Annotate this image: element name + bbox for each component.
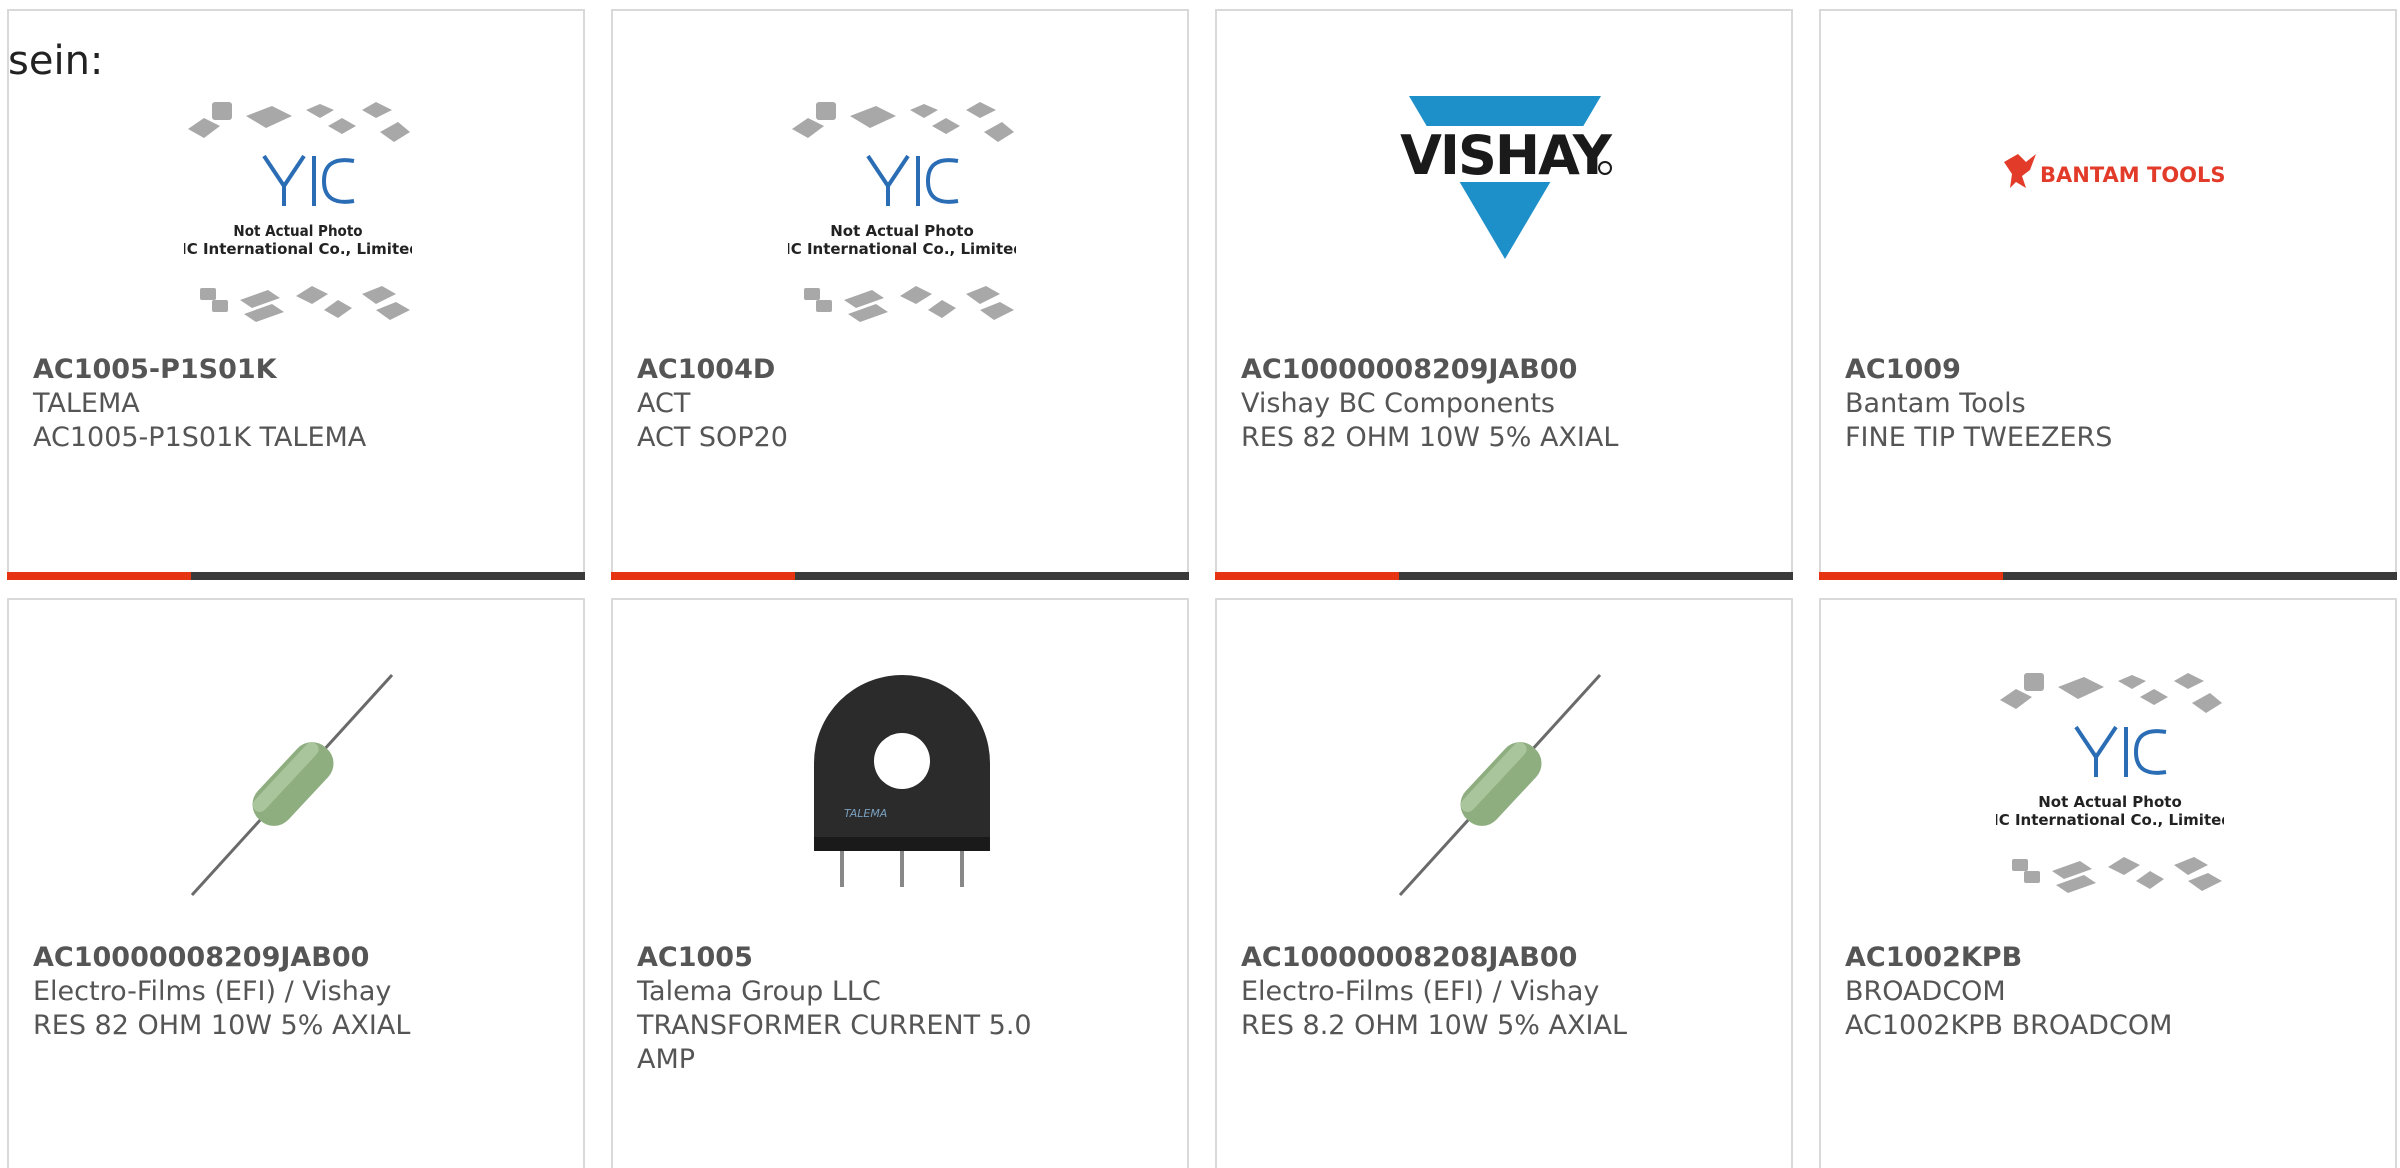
- svg-text:BANTAM TOOLS: BANTAM TOOLS: [2040, 163, 2224, 187]
- product-text: AC1002KPB BROADCOM AC1002KPB BROADCOM: [1845, 941, 2365, 1043]
- card-bar-accent: [7, 572, 191, 580]
- product-text: AC1004D ACT ACT SOP20: [637, 353, 1157, 455]
- not-actual-photo-image: Not Actual Photo YIC International Co., …: [788, 102, 1016, 322]
- description: AC1002KPB BROADCOM: [1845, 1010, 2173, 1041]
- card-bar-accent: [1819, 572, 2003, 580]
- not-actual-photo-image: Not Actual Photo YIC International Co., …: [1996, 673, 2224, 893]
- description: FINE TIP TWEEZERS: [1845, 422, 2113, 453]
- not-actual-photo-image: Not Actual Photo YIC International Co., …: [184, 102, 412, 322]
- manufacturer: ACT: [637, 388, 691, 419]
- product-card[interactable]: VISHAY AC10000008209JAB00 Vishay BC Comp…: [1215, 9, 1793, 580]
- part-number[interactable]: AC1002KPB: [1845, 941, 2365, 975]
- manufacturer: Vishay BC Components: [1241, 388, 1555, 419]
- manufacturer: BROADCOM: [1845, 976, 2006, 1007]
- product-text: AC10000008209JAB00 Electro-Films (EFI) /…: [33, 941, 553, 1043]
- part-number[interactable]: AC1005-P1S01K: [33, 353, 553, 387]
- svg-text:YIC International Co., Limited: YIC International Co., Limited.: [184, 240, 412, 258]
- card-bar-accent: [1215, 572, 1399, 580]
- manufacturer: Electro-Films (EFI) / Vishay: [33, 976, 392, 1007]
- description: AC1005-P1S01K TALEMA: [33, 422, 367, 453]
- part-number[interactable]: AC1004D: [637, 353, 1157, 387]
- card-bar: [611, 572, 1189, 580]
- manufacturer: Bantam Tools: [1845, 388, 2026, 419]
- part-number[interactable]: AC1009: [1845, 353, 2365, 387]
- product-grid: Not Actual Photo YIC International Co., …: [0, 0, 2400, 1168]
- card-bar: [1215, 572, 1793, 580]
- svg-text:VISHAY: VISHAY: [1400, 124, 1613, 187]
- part-number[interactable]: AC10000008209JAB00: [1241, 353, 1761, 387]
- description: TRANSFORMER CURRENT 5.0 AMP: [637, 1010, 1032, 1075]
- description: ACT SOP20: [637, 422, 788, 453]
- card-bar: [1819, 572, 2397, 580]
- card-bar: [7, 572, 585, 580]
- bantam-tools-logo: BANTAM TOOLS: [2004, 154, 2224, 188]
- product-text: AC1005-P1S01K TALEMA AC1005-P1S01K TALEM…: [33, 353, 553, 455]
- section-heading: sein:: [8, 38, 104, 84]
- product-card[interactable]: Not Actual Photo YIC International Co., …: [7, 9, 585, 580]
- product-text: AC10000008209JAB00 Vishay BC Components …: [1241, 353, 1761, 455]
- product-text: AC1005 Talema Group LLC TRANSFORMER CURR…: [637, 941, 1157, 1077]
- product-card[interactable]: AC10000008209JAB00 Electro-Films (EFI) /…: [7, 598, 585, 1168]
- product-text: AC10000008208JAB00 Electro-Films (EFI) /…: [1241, 941, 1761, 1043]
- manufacturer: Talema Group LLC: [637, 976, 881, 1007]
- svg-text:TALEMA: TALEMA: [844, 807, 887, 820]
- transformer-photo: TALEMA: [814, 675, 990, 887]
- description: RES 8.2 OHM 10W 5% AXIAL: [1241, 1010, 1627, 1041]
- description: RES 82 OHM 10W 5% AXIAL: [1241, 422, 1619, 453]
- product-card[interactable]: AC10000008208JAB00 Electro-Films (EFI) /…: [1215, 598, 1793, 1168]
- product-card[interactable]: Not Actual Photo YIC International Co., …: [611, 9, 1189, 580]
- svg-text:Not Actual Photo: Not Actual Photo: [830, 222, 974, 240]
- product-card[interactable]: BANTAM TOOLS AC1009 Bantam Tools FINE TI…: [1819, 9, 2397, 580]
- manufacturer: TALEMA: [33, 388, 140, 419]
- product-text: AC1009 Bantam Tools FINE TIP TWEEZERS: [1845, 353, 2365, 455]
- product-card[interactable]: Not Actual Photo YIC International Co., …: [1819, 598, 2397, 1168]
- card-bar-accent: [611, 572, 795, 580]
- resistor-photo: [190, 673, 394, 897]
- svg-text:YIC International Co., Limited: YIC International Co., Limited.: [1996, 811, 2224, 829]
- vishay-logo: VISHAY: [1392, 96, 1620, 259]
- part-number[interactable]: AC10000008208JAB00: [1241, 941, 1761, 975]
- product-card[interactable]: TALEMA AC1005 Talema Group LLC TRANSFORM…: [611, 598, 1189, 1168]
- description: RES 82 OHM 10W 5% AXIAL: [33, 1010, 411, 1041]
- part-number[interactable]: AC1005: [637, 941, 1157, 975]
- manufacturer: Electro-Films (EFI) / Vishay: [1241, 976, 1600, 1007]
- svg-text:Not Actual Photo: Not Actual Photo: [2038, 793, 2182, 811]
- resistor-photo: [1398, 673, 1602, 897]
- svg-text:YIC International Co., Limited: YIC International Co., Limited.: [788, 240, 1016, 258]
- svg-text:Not Actual Photo: Not Actual Photo: [233, 222, 362, 240]
- part-number[interactable]: AC10000008209JAB00: [33, 941, 553, 975]
